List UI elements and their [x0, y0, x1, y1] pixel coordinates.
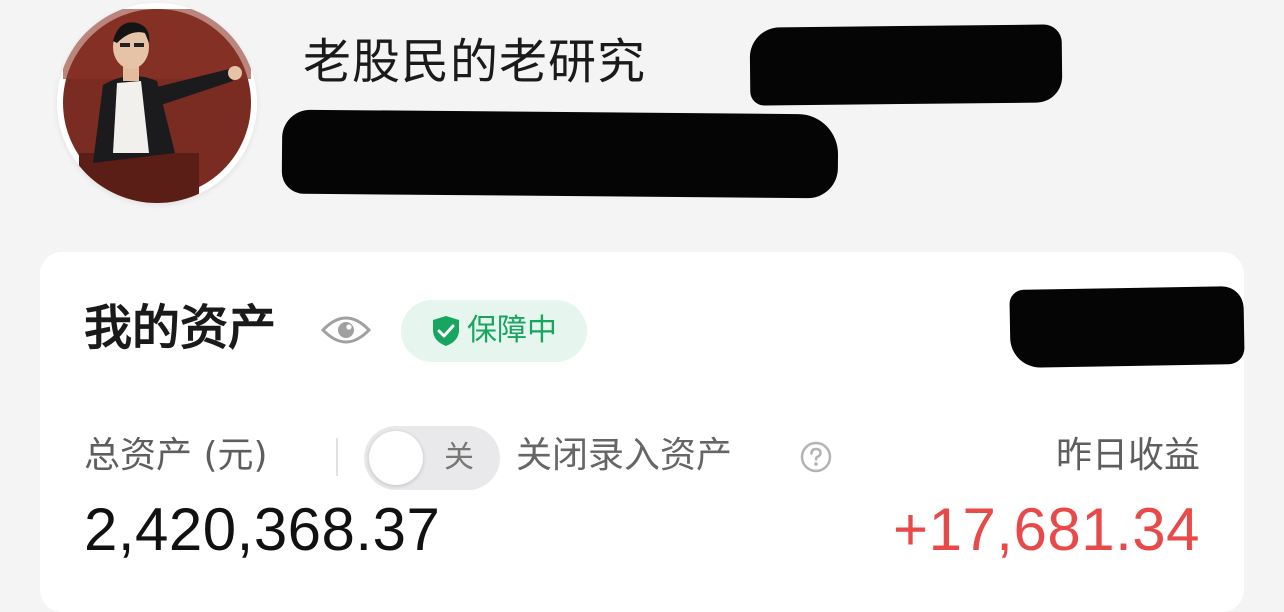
redacted-action — [1009, 285, 1245, 369]
avatar[interactable] — [57, 3, 257, 203]
total-assets-value: 2,420,368.37 — [84, 496, 441, 563]
card-title: 我的资产 — [84, 300, 277, 356]
eye-icon[interactable] — [320, 312, 372, 348]
record-assets-toggle[interactable]: 关 — [364, 426, 500, 490]
divider — [336, 438, 338, 476]
protection-badge[interactable]: 保障中 — [401, 300, 587, 362]
shield-check-icon — [433, 316, 459, 346]
toggle-description: 关闭录入资产 — [516, 435, 733, 476]
profile-header: 老股民的老研究 — [0, 0, 1284, 250]
toggle-knob — [369, 431, 423, 485]
question-circle-icon[interactable] — [800, 441, 832, 473]
assets-card: 我的资产 保障中 总资产 (元) 关 关闭录入资产 昨日收益 2,420,368… — [40, 252, 1245, 612]
yesterday-earnings-label: 昨日收益 — [1055, 435, 1200, 476]
redacted-name-suffix — [749, 24, 1063, 106]
avatar-photo — [57, 3, 257, 203]
username: 老股民的老研究 — [303, 34, 647, 90]
toggle-state-label: 关 — [444, 440, 474, 475]
badge-label: 保障中 — [467, 313, 557, 348]
redacted-subtitle — [281, 109, 839, 199]
yesterday-earnings-value: +17,681.34 — [893, 496, 1200, 563]
total-assets-label: 总资产 (元) — [84, 435, 268, 476]
